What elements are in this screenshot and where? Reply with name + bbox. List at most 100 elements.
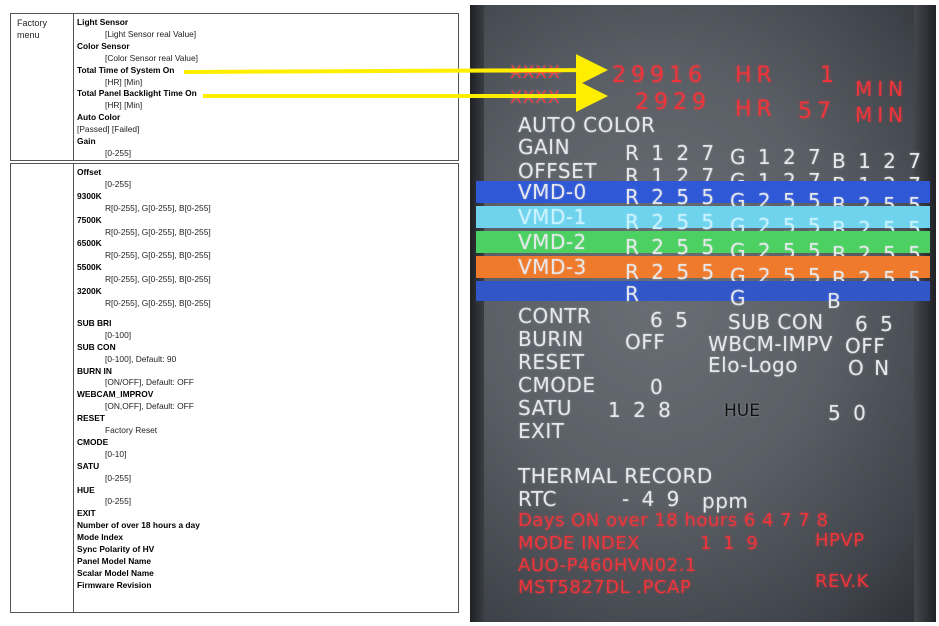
redacted-label-2: XXXX [510, 88, 561, 108]
factory-menu-entries-bottom: Offset [0-255] 9300K R[0-255], G[0-255], B[… [77, 167, 454, 592]
osd-cmode-value: 0 [650, 375, 664, 399]
menu-item-value: [0-255] [105, 147, 132, 158]
menu-item-heading: Color Sensor [77, 40, 130, 51]
menu-item-value: [0-10] [105, 448, 127, 459]
system-on-hr-label: HR [735, 63, 777, 88]
menu-item-heading: CMODE [77, 436, 109, 447]
menu-item-heading: BURN IN [77, 365, 112, 376]
osd-burnin-value: OFF [625, 330, 666, 354]
osd-elo-logo-value: O N [848, 356, 892, 380]
menu-item-value: R[0-255], G[0-255], B[0-255] [105, 274, 211, 285]
menu-item-heading: 5500K [77, 262, 102, 273]
osd-wbcm-value: OFF [845, 334, 886, 358]
rgb-b: B [827, 289, 842, 313]
menu-item-heading: HUE [77, 484, 95, 495]
menu-item-heading: SATU [77, 460, 100, 471]
menu-item-value: [0-100] [105, 329, 132, 340]
osd-days-on: Days ON over 18 hours 6 4 7 7 8 [518, 510, 829, 531]
menu-item-value: [0-255] [105, 178, 132, 189]
vmd-0-label: VMD-0 [518, 180, 587, 204]
menu-item-heading: Total Panel Backlight Time On [77, 88, 197, 99]
menu-item-heading: RESET [77, 413, 105, 424]
backlight-minutes: 57 [798, 99, 836, 124]
osd-contr-label[interactable]: CONTR [518, 304, 591, 328]
menu-item-value: [0-255] [105, 472, 132, 483]
system-on-min-label: MIN [855, 77, 909, 101]
menu-item-value: [Color Sensor real Value] [105, 52, 198, 63]
menu-item-heading: Panel Model Name [77, 556, 152, 566]
menu-item-value: [Passed] [Failed] [77, 124, 140, 135]
system-on-minutes: 1 [820, 63, 839, 88]
osd-thermal-record: THERMAL RECORD [518, 464, 713, 488]
menu-item-heading: EXIT [77, 508, 96, 519]
vmd-2-label: VMD-2 [518, 230, 587, 254]
menu-item-heading: WEBCAM_IMPROV [77, 389, 154, 400]
osd-hue-label[interactable]: HUE [724, 401, 760, 421]
menu-item-heading: Mode Index [77, 532, 124, 543]
menu-item-heading: Offset [77, 167, 102, 177]
osd-subcon-label[interactable]: SUB CON [728, 310, 824, 334]
menu-item-value: R[0-255], G[0-255], B[0-255] [105, 226, 211, 237]
osd-subcon-value: 6 5 [855, 312, 896, 336]
menu-item-heading: 7500K [77, 214, 102, 225]
osd-rtc-value: - 4 9 [622, 487, 683, 511]
menu-item-heading: Firmware Revision [77, 579, 152, 590]
menu-item-value: Factory Reset [105, 425, 158, 436]
osd-firmware-revision: REV.K [815, 571, 869, 592]
menu-item-value: [0-100], Default: 90 [105, 353, 177, 364]
system-on-hours: 29916 [612, 63, 707, 88]
osd-panel-model: AUO-P460HVN02.1 [518, 555, 697, 576]
menu-item-value: [ON/OFF], Default: OFF [105, 377, 194, 388]
vmd-3-label: VMD-3 [518, 255, 587, 279]
rgb-band[interactable] [476, 281, 930, 301]
osd-photo: XXXX 29916 HR 1 MIN XXXX 2929 HR 57 MIN … [470, 5, 936, 622]
factory-menu-table-bottom: Offset [0-255] 9300K R[0-255], G[0-255], B[… [10, 163, 459, 613]
menu-item-heading: 6500K [77, 238, 102, 249]
rgb-g: G [730, 286, 746, 310]
menu-item-value: [HR] [Min] [105, 76, 143, 87]
osd-elo-logo-label[interactable]: Elo-Logo [708, 353, 798, 377]
menu-item-heading: Light Sensor [77, 17, 129, 27]
menu-item-heading: SUB BRI [77, 317, 112, 328]
menu-item-heading: Scalar Model Name [77, 567, 154, 578]
menu-item-value: R[0-255], G[0-255], B[0-255] [105, 202, 211, 213]
column-divider [73, 14, 74, 160]
menu-item-heading: Sync Polarity of HV [77, 544, 155, 555]
osd-exit[interactable]: EXIT [518, 419, 564, 443]
factory-menu-label: Factory menu [17, 18, 48, 40]
osd-gain-label[interactable]: GAIN [518, 135, 570, 159]
menu-item-heading: 9300K [77, 190, 102, 201]
menu-item-value: [Light Sensor real Value] [105, 28, 197, 39]
osd-gain-g: G 1 2 7 [730, 145, 824, 169]
osd-mode-index-label: MODE INDEX [518, 533, 640, 554]
osd-satu-value: 1 2 8 [608, 398, 674, 422]
menu-item-heading: Total Time of System On [77, 64, 175, 75]
rgb-r: R [625, 282, 640, 306]
osd-reset-label[interactable]: RESET [518, 350, 585, 374]
osd-satu-label[interactable]: SATU [518, 396, 572, 420]
osd-auto-color[interactable]: AUTO COLOR [518, 113, 655, 137]
osd-contr-value: 6 5 [650, 308, 691, 332]
osd-mode-index-value: 1 1 9 [700, 533, 761, 554]
redacted-label-1: XXXX [510, 63, 561, 83]
menu-item-value: [ON,OFF], Default: OFF [105, 401, 194, 412]
menu-item-value: R[0-255], G[0-255], B[0-255] [105, 297, 211, 308]
osd-cmode-label[interactable]: CMODE [518, 373, 596, 397]
backlight-hr-label: HR [735, 97, 777, 122]
osd-hue-value: 5 0 [828, 401, 869, 425]
menu-item-heading: SUB CON [77, 341, 116, 352]
factory-menu-document: Factory menu Light Sensor [Light Sensor r… [10, 13, 459, 613]
menu-item-heading: Auto Color [77, 112, 121, 123]
osd-scalar-model: MST5827DL .PCAP [518, 577, 692, 598]
menu-item-heading: Gain [77, 136, 96, 147]
menu-item-value: [HR] [Min] [105, 100, 143, 111]
osd-burnin-label[interactable]: BURIN [518, 327, 584, 351]
menu-item-heading: 3200K [77, 286, 102, 297]
osd-rtc-label: RTC [518, 487, 557, 511]
backlight-on-hours: 2929 [635, 90, 711, 115]
vmd-1-label: VMD-1 [518, 205, 587, 229]
osd-gain-r: R 1 2 7 [625, 141, 718, 165]
column-divider [73, 164, 74, 612]
menu-item-value: R[0-255], G[0-255], B[0-255] [105, 250, 211, 261]
